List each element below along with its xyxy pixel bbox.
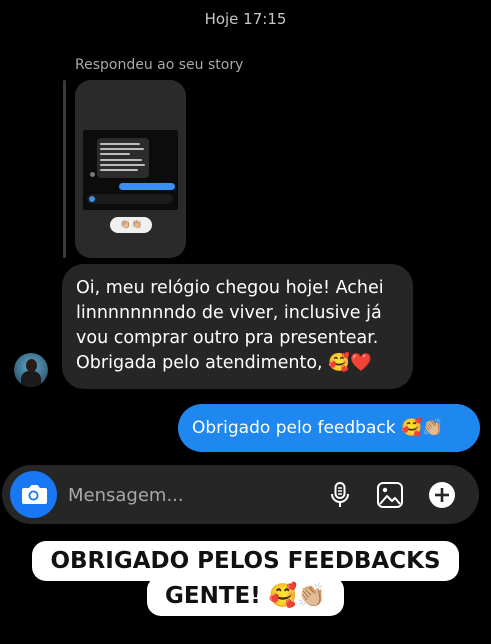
camera-icon [22,485,47,504]
message-line: Oi, meu relógio chegou hoje! Achei [76,278,384,298]
story-screenshot-preview [83,130,178,210]
reply-indicator-bar [63,80,66,258]
microphone-button[interactable] [324,479,356,511]
add-button[interactable] [426,479,458,511]
camera-button[interactable] [10,471,57,518]
mini-avatar [90,172,95,177]
gallery-button[interactable] [374,479,406,511]
mini-camera-icon [89,196,95,202]
outgoing-message-bubble[interactable]: Obrigado pelo feedback 🥰👏🏼 [178,404,480,452]
message-composer [2,465,479,524]
caption-text: OBRIGADO PELOS FEEDBACKS [32,541,459,581]
story-thumbnail[interactable]: 👏🏼👏🏼 [75,80,186,258]
mini-sent-bubble [119,183,175,190]
message-line: vou comprar outro pra presentear. [76,328,379,348]
incoming-message-bubble[interactable]: Oi, meu relógio chegou hoje! Achei linnn… [62,264,413,389]
caption-overlay-line-2: GENTE! 🥰👏🏼 [0,576,491,616]
reply-label: Respondeu ao seu story [75,57,244,73]
microphone-icon [331,482,349,507]
gallery-icon [377,482,403,508]
message-line: linnnnnnnndo de viver, inclusive já [76,303,382,323]
sender-avatar[interactable] [14,353,48,387]
story-reaction-pill: 👏🏼👏🏼 [110,217,152,233]
caption-overlay-line-1: OBRIGADO PELOS FEEDBACKS [0,541,491,581]
chat-timestamp: Hoje 17:15 [204,10,287,28]
message-line: Obrigada pelo atendimento, 🥰❤️ [76,353,372,373]
mini-bubble [97,138,149,178]
mini-input-bar [87,194,173,204]
caption-text: GENTE! 🥰👏🏼 [146,576,344,616]
plus-icon [429,482,455,508]
message-input[interactable] [68,483,288,507]
